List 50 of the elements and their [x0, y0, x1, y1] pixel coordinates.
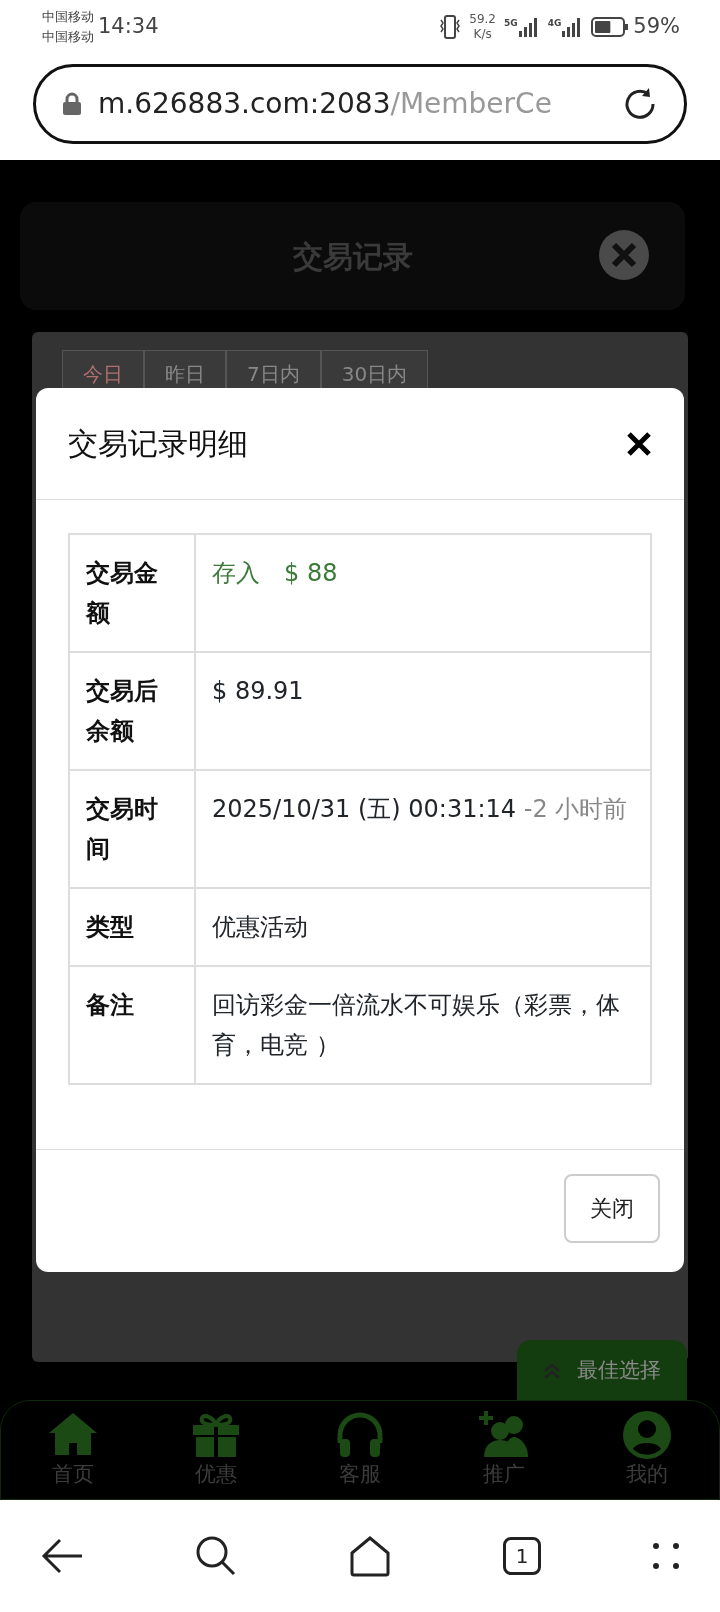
nav-label: 推广	[482, 1461, 525, 1489]
network-type: 5G	[504, 17, 518, 30]
amount-value: $ 88	[284, 559, 338, 587]
nav-label: 客服	[339, 1461, 381, 1489]
clock: 14:34	[98, 13, 159, 41]
nav-item[interactable]: 客服	[334, 1409, 386, 1491]
network-speed: K/s	[472, 27, 493, 42]
network-speed: 59.2	[469, 12, 496, 27]
nav-item[interactable]: 我的	[621, 1409, 674, 1491]
table-cell: 交易后余额	[69, 652, 195, 770]
vibrate-icon	[439, 14, 462, 40]
add-user-icon	[477, 1409, 530, 1460]
network-type: 4G	[547, 17, 562, 30]
url-host: m.626883.com:2083	[98, 86, 391, 122]
url-path: /MemberCe	[390, 86, 552, 122]
home-icon[interactable]	[348, 1535, 392, 1577]
table-cell: 回访彩金一倍流水不可娱乐（彩票，体育，电竞 ）	[195, 966, 651, 1084]
battery-percent: 59%	[633, 13, 680, 41]
close-button[interactable]: 关闭	[564, 1174, 660, 1243]
best-choice-button[interactable]: 最佳选择	[517, 1340, 687, 1402]
chevron-up-icon	[543, 1363, 561, 1379]
carrier-name: 中国移动	[42, 8, 94, 26]
table-cell: 备注	[69, 966, 195, 1084]
close-icon[interactable]	[626, 430, 652, 457]
lock-icon	[62, 92, 82, 116]
dialog-title: 交易记录明细	[68, 425, 248, 463]
nav-item[interactable]: 推广	[477, 1409, 530, 1491]
address-bar[interactable]: m.626883.com:2083/MemberCe	[33, 64, 687, 144]
table-cell: 优惠活动	[195, 888, 651, 966]
nav-label: 我的	[626, 1461, 669, 1489]
nav-label: 首页	[51, 1461, 94, 1489]
table-cell: 类型	[69, 888, 195, 966]
table-cell: 交易金额	[69, 534, 195, 652]
back-icon[interactable]	[40, 1538, 84, 1574]
user-icon	[621, 1409, 674, 1460]
signal-icon	[517, 17, 540, 37]
nav-label: 优惠	[195, 1461, 238, 1489]
amount-type: 存入	[212, 559, 260, 587]
nav-item[interactable]: 首页	[46, 1409, 99, 1491]
close-icon	[611, 242, 637, 268]
table-cell: $ 89.91	[195, 652, 651, 770]
time-value: 2025/10/31 (五) 00:31:14	[212, 795, 518, 823]
carrier-name: 中国移动	[42, 28, 94, 46]
nav-item[interactable]: 优惠	[190, 1409, 243, 1491]
battery-icon	[591, 16, 630, 38]
table-cell: 交易时间	[69, 770, 195, 888]
search-icon[interactable]	[195, 1535, 237, 1577]
menu-icon[interactable]	[652, 1542, 680, 1570]
tabs-button[interactable]: 1	[503, 1537, 541, 1575]
relative-time: -2 小时前	[523, 795, 628, 823]
